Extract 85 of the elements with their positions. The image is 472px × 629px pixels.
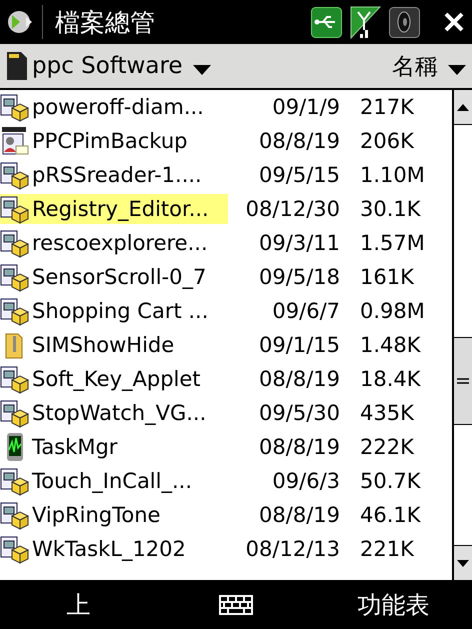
file-size: 161K (360, 265, 414, 289)
file-date: 09/6/7 (271, 299, 340, 323)
installer-package-icon (0, 296, 30, 326)
file-name: PPCPimBackup (32, 129, 188, 153)
file-name-cell[interactable]: rescoexplorere... (0, 228, 228, 258)
file-size: 217K (360, 95, 414, 119)
installer-package-icon (0, 364, 30, 394)
file-name: Shopping Cart ... (32, 299, 208, 323)
file-name-cell[interactable]: pRSSreader-1.... (0, 160, 228, 190)
installer-package-icon (0, 534, 30, 564)
file-name: WkTaskL_1202 (32, 537, 186, 561)
close-icon[interactable] (444, 12, 464, 32)
installer-package-icon (0, 500, 30, 530)
installer-package-icon (0, 194, 30, 224)
file-name: pRSSreader-1.... (32, 163, 202, 187)
file-name-cell[interactable]: Registry_Editor... (0, 194, 228, 224)
file-name-cell[interactable]: WkTaskL_1202 (0, 534, 228, 564)
file-size: 1.10M (360, 163, 425, 187)
file-date: 08/8/19 (258, 129, 340, 153)
file-name-cell[interactable]: Touch_InCall_... (0, 466, 228, 496)
file-name-cell[interactable]: TaskMgr (0, 432, 228, 462)
installer-package-icon (0, 262, 30, 292)
file-name: poweroff-diam... (32, 95, 204, 119)
sort-dropdown[interactable]: 名稱 (392, 50, 438, 82)
installer-package-icon (0, 92, 30, 122)
installer-package-icon (0, 398, 30, 428)
file-date: 08/8/19 (258, 367, 340, 391)
folder-dropdown[interactable]: ppc Software (32, 53, 183, 79)
file-name: Soft_Key_Applet (32, 367, 201, 391)
file-date: 08/12/13 (244, 537, 340, 561)
file-date: 08/8/19 (258, 435, 340, 459)
installer-package-icon (0, 228, 30, 258)
file-size: 0.98M (360, 299, 425, 323)
file-date: 08/12/30 (244, 197, 340, 221)
file-name: Registry_Editor... (32, 197, 209, 221)
file-name: TaskMgr (32, 435, 118, 459)
file-name: rescoexplorere... (32, 231, 208, 255)
file-size: 435K (360, 401, 414, 425)
file-size: 221K (360, 537, 414, 561)
file-size: 1.48K (360, 333, 421, 357)
file-size: 18.4K (360, 367, 421, 391)
up-soft-key[interactable]: 上 (60, 586, 97, 622)
file-date: 09/1/9 (271, 95, 340, 119)
file-name: StopWatch_VG... (32, 401, 206, 425)
scroll-down-icon[interactable] (457, 560, 469, 566)
file-name: SensorScroll-0_7 (32, 265, 206, 289)
file-date: 09/3/11 (258, 231, 340, 255)
file-size: 46.1K (360, 503, 421, 527)
file-name-cell[interactable]: PPCPimBackup (0, 126, 228, 156)
file-size: 1.57M (360, 231, 425, 255)
window-title: 檔案總管 (55, 6, 156, 38)
file-name: SIMShowHide (32, 333, 174, 357)
file-size: 206K (360, 129, 414, 153)
file-name-cell[interactable]: Soft_Key_Applet (0, 364, 228, 394)
file-size: 30.1K (360, 197, 421, 221)
installer-package-icon (0, 160, 30, 190)
file-name: Touch_InCall_... (32, 469, 192, 493)
contact-card-icon (0, 126, 30, 156)
file-name-cell[interactable]: VipRingTone (0, 500, 228, 530)
file-size: 222K (360, 435, 414, 459)
file-date: 09/6/3 (271, 469, 340, 493)
speaker-icon[interactable] (389, 6, 420, 38)
file-date: 09/5/15 (258, 163, 340, 187)
installer-package-icon (0, 466, 30, 496)
dropdown-caret-icon[interactable] (192, 65, 211, 75)
file-date: 09/5/30 (258, 401, 340, 425)
file-name: VipRingTone (32, 503, 160, 527)
signal-icon[interactable] (350, 6, 381, 38)
file-name-cell[interactable]: StopWatch_VG... (0, 398, 228, 428)
scrollbar[interactable] (452, 90, 472, 580)
file-size: 50.7K (360, 469, 421, 493)
menu-soft-key[interactable]: 功能表 (351, 586, 436, 622)
file-date: 09/5/18 (258, 265, 340, 289)
file-name-cell[interactable]: SIMShowHide (0, 330, 228, 360)
scroll-thumb[interactable] (454, 337, 472, 425)
dropdown-caret-icon[interactable] (448, 65, 466, 75)
scroll-up-icon[interactable] (457, 104, 469, 110)
memory-card-icon (6, 51, 28, 81)
file-date: 08/8/19 (258, 503, 340, 527)
file-date: 09/1/15 (258, 333, 340, 357)
file-name-cell[interactable]: SensorScroll-0_7 (0, 262, 228, 292)
file-name-cell[interactable]: poweroff-diam... (0, 92, 228, 122)
keyboard-icon[interactable] (218, 594, 253, 614)
file-name-cell[interactable]: Shopping Cart ... (0, 296, 228, 326)
usb-icon[interactable] (311, 6, 342, 38)
